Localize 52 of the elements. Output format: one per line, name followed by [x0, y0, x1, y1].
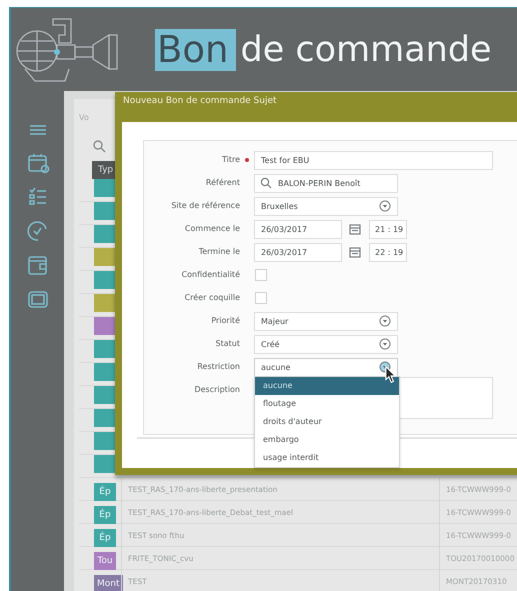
date-field[interactable]: 26/03/2017	[254, 242, 342, 262]
dropdown-field[interactable]: Créé	[254, 334, 398, 354]
checkbox[interactable]	[255, 292, 267, 304]
field-value: Majeur	[261, 316, 290, 326]
field-label: Description	[193, 384, 240, 396]
field-label: Restriction	[196, 361, 240, 373]
calendar-icon[interactable]	[26, 151, 50, 175]
search-icon	[260, 177, 272, 189]
field-label: Site de référence	[170, 200, 240, 212]
logo-title: de commande	[240, 30, 492, 70]
checkbox[interactable]	[255, 269, 267, 281]
calendar-icon[interactable]	[349, 246, 361, 258]
list-heading: Vo	[79, 113, 90, 124]
time-field[interactable]: 21 : 19	[369, 220, 407, 238]
time-field[interactable]: 22 : 19	[369, 242, 407, 262]
dropdown-option[interactable]: embargo	[255, 430, 399, 448]
type-tag: Ép	[94, 506, 116, 524]
dropdown-option[interactable]: droits d'auteur	[255, 412, 399, 430]
field-value: aucune	[261, 362, 292, 372]
logo-title-highlight: Bon	[155, 28, 236, 70]
calendar-icon[interactable]	[349, 223, 361, 235]
field-label: Créer coquille	[184, 292, 240, 304]
wallet-icon[interactable]	[26, 253, 50, 277]
text-field[interactable]: Test for EBU	[254, 150, 493, 170]
search-field[interactable]: BALON-PERIN Benoît	[254, 174, 398, 192]
dialog-title: Nouveau Bon de commande Sujet	[122, 95, 278, 108]
dropdown-option[interactable]: aucune	[255, 376, 399, 394]
field-label: Commence le	[184, 223, 240, 235]
field-label: Priorité	[210, 315, 240, 327]
field-label: Confidentialité	[180, 269, 240, 281]
date-field[interactable]: 26/03/2017	[254, 220, 342, 238]
caret-icon	[379, 338, 391, 350]
dropdown-field[interactable]: aucune	[254, 358, 398, 376]
type-tag: Mont	[94, 574, 123, 591]
caret-icon	[379, 315, 391, 327]
dropdown-option[interactable]: floutage	[255, 394, 399, 412]
search-icon[interactable]	[92, 139, 106, 153]
dropdown-field[interactable]: Majeur	[254, 312, 398, 330]
field-value: Créé	[261, 340, 281, 348]
type-tag: Ép	[94, 528, 116, 546]
type-tag: Tou	[94, 552, 116, 570]
field-label: Termine le	[198, 246, 240, 258]
dropdown-option[interactable]: usage interdit	[255, 448, 399, 466]
dropdown-field[interactable]: Bruxelles	[254, 196, 398, 216]
clock-icon[interactable]	[26, 219, 50, 243]
caret-icon	[379, 200, 391, 212]
field-label: Titre	[220, 154, 240, 166]
type-tag: Ép	[94, 482, 116, 500]
field-label: Référent	[204, 177, 240, 189]
field-value: Bruxelles	[261, 202, 299, 210]
field-value: BALON-PERIN Benoît	[278, 178, 362, 188]
field-label: Statut	[214, 338, 240, 350]
